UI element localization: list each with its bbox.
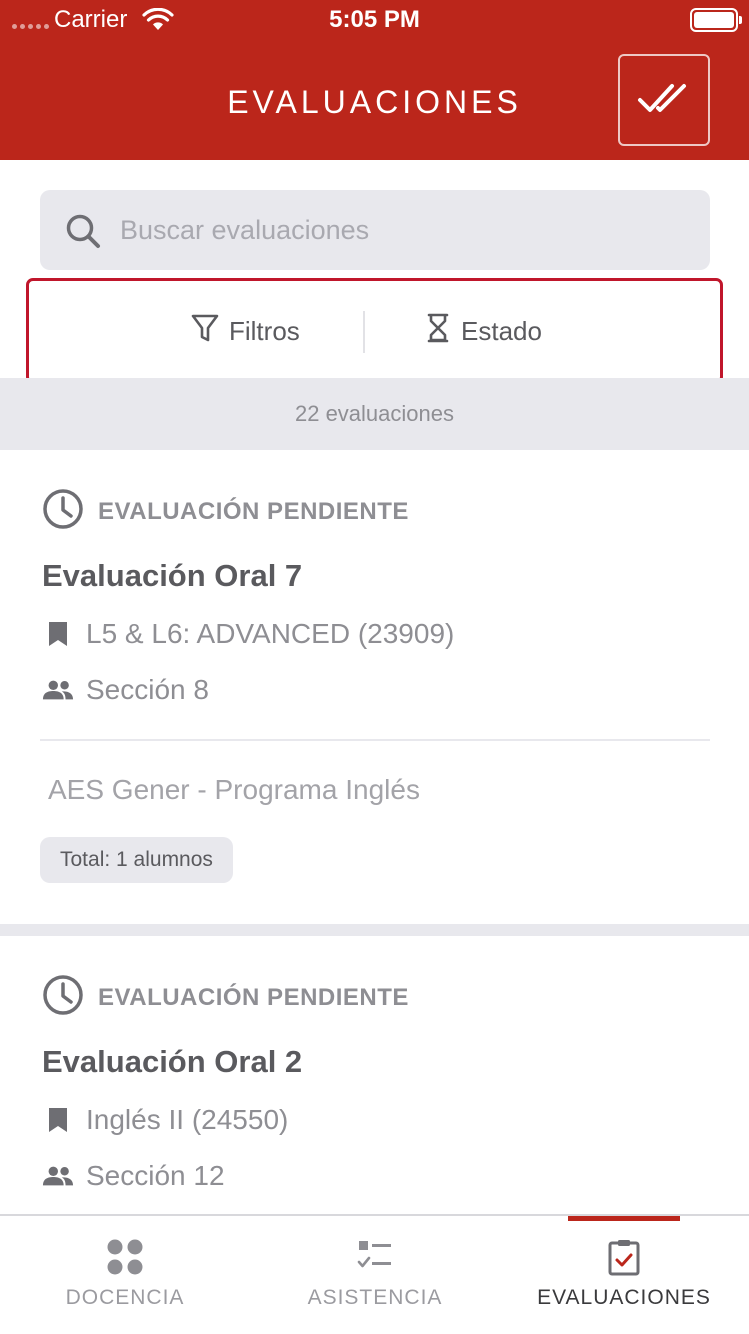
card-divider [40, 739, 710, 741]
evaluation-section: Sección 8 [42, 674, 209, 706]
app-header: Carrier 5:05 PM EVALUACIONES [0, 0, 749, 160]
tab-evaluaciones[interactable]: EVALUACIONES [499, 1216, 749, 1334]
evaluation-status-label: EVALUACIÓN PENDIENTE [98, 983, 409, 1011]
course-label: L5 & L6: ADVANCED (23909) [86, 618, 455, 649]
students-total-label: Total: 1 alumnos [60, 848, 213, 871]
card-separator [0, 924, 749, 936]
group-icon [42, 678, 74, 702]
tab-evaluaciones-label: EVALUACIONES [537, 1286, 711, 1309]
search-icon [64, 212, 102, 255]
bookmark-icon [42, 1106, 74, 1134]
clock-icon [42, 488, 84, 535]
evaluation-course: L5 & L6: ADVANCED (23909) [42, 618, 454, 650]
bookmark-icon [42, 620, 74, 648]
grid-dots-icon [0, 1238, 250, 1276]
group-icon [42, 1164, 74, 1188]
evaluation-status: EVALUACIÓN PENDIENTE [42, 974, 409, 1021]
evaluation-section: Sección 12 [42, 1160, 225, 1192]
search-bar[interactable] [40, 190, 710, 270]
filters-button[interactable]: Filtros [191, 281, 300, 381]
evaluation-title: Evaluación Oral 7 [42, 558, 303, 593]
clipboard-check-icon [499, 1238, 749, 1276]
tab-asistencia[interactable]: ASISTENCIA [250, 1216, 500, 1334]
evaluation-status: EVALUACIÓN PENDIENTE [42, 488, 409, 535]
students-total-badge: Total: 1 alumnos [40, 837, 233, 883]
mark-all-button[interactable] [618, 54, 710, 146]
tab-docencia[interactable]: DOCENCIA [0, 1216, 250, 1334]
search-input[interactable] [120, 190, 700, 270]
tab-docencia-label: DOCENCIA [65, 1286, 185, 1309]
status-bar: Carrier 5:05 PM [0, 0, 749, 40]
hourglass-icon [425, 313, 451, 350]
filter-bar: Filtros Estado [26, 278, 723, 384]
evaluation-card[interactable]: EVALUACIÓN PENDIENTE Evaluación Oral 2 I… [0, 936, 749, 1216]
evaluation-course: Inglés II (24550) [42, 1104, 288, 1136]
status-filter-label: Estado [461, 315, 542, 346]
section-label: Sección 12 [86, 1160, 225, 1191]
section-label: Sección 8 [86, 674, 209, 705]
filter-funnel-icon [191, 313, 219, 350]
evaluation-card[interactable]: EVALUACIÓN PENDIENTE Evaluación Oral 7 L… [0, 450, 749, 924]
filters-label: Filtros [229, 315, 300, 346]
evaluation-status-label: EVALUACIÓN PENDIENTE [98, 497, 409, 525]
status-filter-button[interactable]: Estado [425, 281, 542, 381]
clock-icon [42, 974, 84, 1021]
course-label: Inglés II (24550) [86, 1104, 289, 1135]
double-check-icon [636, 78, 692, 123]
results-count-label: 22 evaluaciones [294, 401, 454, 426]
program-label: AES Gener - Programa Inglés [48, 774, 420, 805]
filter-divider [363, 311, 365, 353]
clock-label: 5:05 PM [329, 6, 420, 33]
results-count: 22 evaluaciones [0, 378, 749, 450]
tab-asistencia-label: ASISTENCIA [307, 1286, 443, 1309]
checklist-icon [250, 1238, 500, 1272]
evaluation-title: Evaluación Oral 2 [42, 1044, 303, 1079]
battery-icon [690, 8, 742, 32]
tab-bar: DOCENCIA ASISTENCIA EVALUACIONES [0, 1214, 749, 1334]
